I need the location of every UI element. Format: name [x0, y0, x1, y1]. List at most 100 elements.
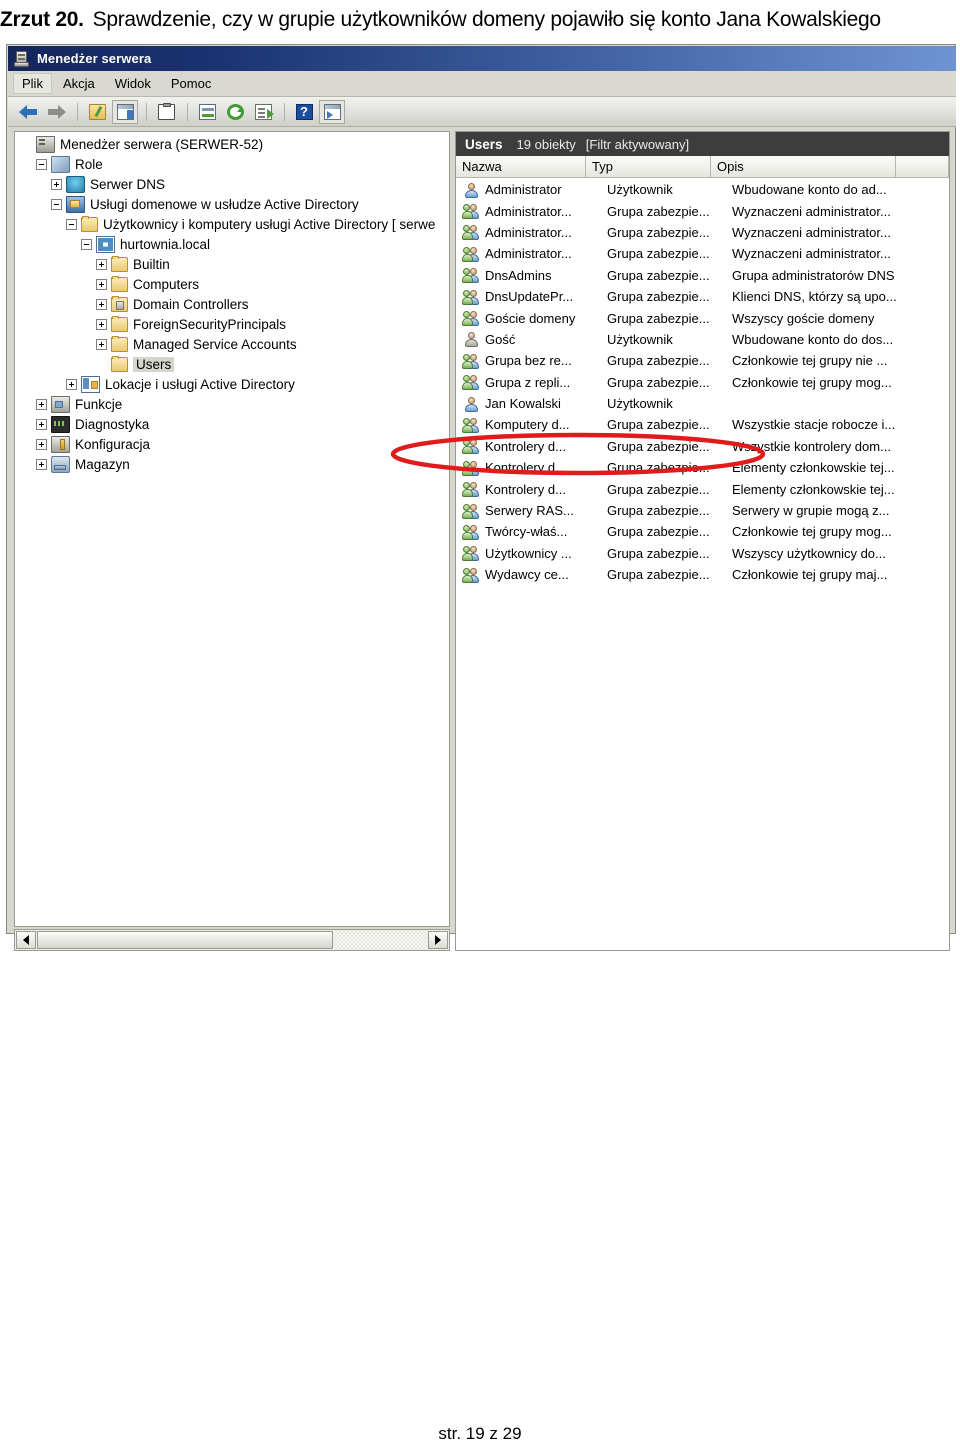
scroll-track[interactable]: [333, 931, 427, 949]
table-row[interactable]: Goście domeny Grupa zabezpie... Wszyscy go…: [457, 307, 948, 328]
expand-plus-icon[interactable]: [96, 338, 107, 350]
properties-button[interactable]: [194, 100, 220, 124]
table-row[interactable]: DnsUpdatePr... Grupa zabezpie... Klienci D…: [457, 286, 948, 307]
table-row[interactable]: Administrator Użytkownik Wbudowane konto d…: [457, 179, 948, 200]
scroll-thumb[interactable]: [37, 931, 333, 949]
expand-plus-icon[interactable]: [51, 178, 62, 190]
table-row[interactable]: Komputery d... Grupa zabezpie... Wszystkie…: [457, 414, 948, 435]
cell-name: Twórcy-właś...: [485, 524, 568, 540]
window-title-bar[interactable]: Menedżer serwera: [8, 46, 956, 71]
table-row[interactable]: Kontrolery d... Grupa zabezpie... Elementy…: [457, 457, 948, 478]
table-row[interactable]: Administrator... Grupa zabezpie... Wyznacz…: [457, 243, 948, 264]
page-number: str. 19 z 29: [438, 1424, 522, 1443]
console-tree-pane[interactable]: Menedżer serwera (SERWER-52) Role Serwer D…: [14, 131, 450, 927]
expand-plus-icon[interactable]: [96, 278, 107, 290]
expand-plus-icon[interactable]: [96, 318, 107, 330]
group-icon: [462, 203, 480, 220]
table-row[interactable]: Twórcy-właś... Grupa zabezpie... Członkowi…: [457, 521, 948, 542]
cell-description: Wbudowane konto do dos...: [732, 331, 894, 347]
tree-item[interactable]: Builtin: [15, 254, 449, 274]
table-row[interactable]: Grupa bez re... Grupa zabezpie... Członkow…: [457, 350, 948, 371]
scroll-left-button[interactable]: [16, 931, 36, 949]
group-icon: [462, 374, 480, 391]
collapse-minus-icon[interactable]: [51, 198, 62, 210]
tree-horizontal-scrollbar[interactable]: [14, 929, 450, 951]
expand-plus-icon[interactable]: [36, 458, 47, 470]
table-row[interactable]: Grupa z repli... Grupa zabezpie... Członko…: [457, 372, 948, 393]
dns-server-icon: [66, 175, 85, 193]
collapse-minus-icon[interactable]: [66, 218, 77, 230]
clipboard-button[interactable]: [153, 100, 179, 124]
tree-item[interactable]: Role: [15, 154, 449, 174]
expand-plus-icon[interactable]: [36, 398, 47, 410]
tree-item[interactable]: Serwer DNS: [15, 174, 449, 194]
table-row[interactable]: Użytkownicy ... Grupa zabezpie... Wszyscy …: [457, 543, 948, 564]
table-row[interactable]: Kontrolery d... Grupa zabezpie... Elementy…: [457, 478, 948, 499]
column-header-opis[interactable]: Opis: [711, 156, 896, 177]
edit-folder-button[interactable]: [84, 100, 110, 124]
cell-name: Grupa z repli...: [485, 374, 571, 390]
column-header-typ[interactable]: Typ: [586, 156, 711, 177]
cell-type: Użytkownik: [607, 182, 673, 198]
cell-name: Kontrolery d...: [485, 460, 566, 476]
table-row[interactable]: Wydawcy ce... Grupa zabezpie... Członkowie…: [457, 564, 948, 585]
results-pane[interactable]: Users 19 obiekty [Filtr aktywowany] Nazw…: [455, 131, 950, 951]
tree-item[interactable]: Lokacje i usługi Active Directory: [15, 374, 449, 394]
table-row[interactable]: Serwery RAS... Grupa zabezpie... Serwery w…: [457, 500, 948, 521]
expand-plus-icon[interactable]: [66, 378, 77, 390]
collapse-minus-icon[interactable]: [36, 158, 47, 170]
tree-item-label: ForeignSecurityPrincipals: [133, 316, 287, 332]
separator-1: [77, 102, 78, 121]
scroll-right-button[interactable]: [428, 931, 448, 949]
table-row[interactable]: Kontrolery d... Grupa zabezpie... Wszystki…: [457, 436, 948, 457]
table-row[interactable]: Jan Kowalski Użytkownik: [457, 393, 948, 414]
show-tree-pane-button[interactable]: [112, 99, 138, 124]
menu-item-pomoc[interactable]: Pomoc: [162, 73, 220, 94]
tree-item[interactable]: Konfiguracja: [15, 434, 449, 454]
results-filter-status: [Filtr aktywowany]: [585, 136, 690, 152]
refresh-button[interactable]: [222, 100, 248, 124]
tree-item[interactable]: Computers: [15, 274, 449, 294]
tree-item[interactable]: ForeignSecurityPrincipals: [15, 314, 449, 334]
column-header-blank[interactable]: [896, 156, 949, 177]
tree-item[interactable]: Magazyn: [15, 454, 449, 474]
table-row[interactable]: Gość Użytkownik Wbudowane konto do dos...: [457, 329, 948, 350]
export-list-button[interactable]: [250, 100, 276, 124]
cell-name: Komputery d...: [485, 417, 570, 433]
tree-item[interactable]: Menedżer serwera (SERWER-52): [15, 134, 449, 154]
results-pane-header: Users 19 obiekty [Filtr aktywowany]: [456, 132, 949, 156]
cell-name: Serwery RAS...: [485, 503, 574, 519]
cell-description: Wyznaczeni administrator...: [732, 246, 891, 262]
forward-arrow-button[interactable]: [43, 100, 69, 124]
tree-item-label: Magazyn: [75, 456, 130, 472]
expand-plus-icon[interactable]: [96, 298, 107, 310]
tree-item[interactable]: Users: [15, 354, 449, 374]
tree-item[interactable]: Użytkownicy i komputery usługi Active Di…: [15, 214, 449, 234]
menu-item-akcja[interactable]: Akcja: [54, 73, 104, 94]
folder-icon: [111, 335, 128, 352]
table-row[interactable]: DnsAdmins Grupa zabezpie... Grupa administ…: [457, 265, 948, 286]
menu-item-plik[interactable]: Plik: [13, 73, 52, 94]
collapse-minus-icon[interactable]: [81, 238, 92, 250]
expand-plus-icon[interactable]: [96, 258, 107, 270]
tree-item[interactable]: Usługi domenowe w usłudze Active Directo…: [15, 194, 449, 214]
tree-item[interactable]: Managed Service Accounts: [15, 334, 449, 354]
cell-type: Grupa zabezpie...: [607, 203, 710, 219]
tree-item[interactable]: hurtownia.local: [15, 234, 449, 254]
menu-item-widok[interactable]: Widok: [106, 73, 160, 94]
tree-item[interactable]: Diagnostyka: [15, 414, 449, 434]
cell-description: Grupa administratorów DNS: [732, 267, 895, 283]
table-row[interactable]: Administrator... Grupa zabezpie... Wyznacz…: [457, 200, 948, 221]
help-button[interactable]: ?: [291, 100, 317, 124]
expand-plus-icon[interactable]: [36, 418, 47, 430]
tree-item[interactable]: Domain Controllers: [15, 294, 449, 314]
table-row[interactable]: Administrator... Grupa zabezpie... Wyznacz…: [457, 222, 948, 243]
group-icon: [462, 567, 480, 583]
column-header-nazwa[interactable]: Nazwa: [456, 156, 586, 177]
tree-item[interactable]: Funkcje: [15, 394, 449, 414]
cell-type: Grupa zabezpie...: [607, 417, 710, 433]
expand-plus-icon[interactable]: [36, 438, 47, 450]
show-hide-console-tree-button[interactable]: [319, 99, 345, 124]
back-arrow-button[interactable]: [15, 100, 41, 124]
cell-name: Grupa bez re...: [485, 353, 572, 369]
